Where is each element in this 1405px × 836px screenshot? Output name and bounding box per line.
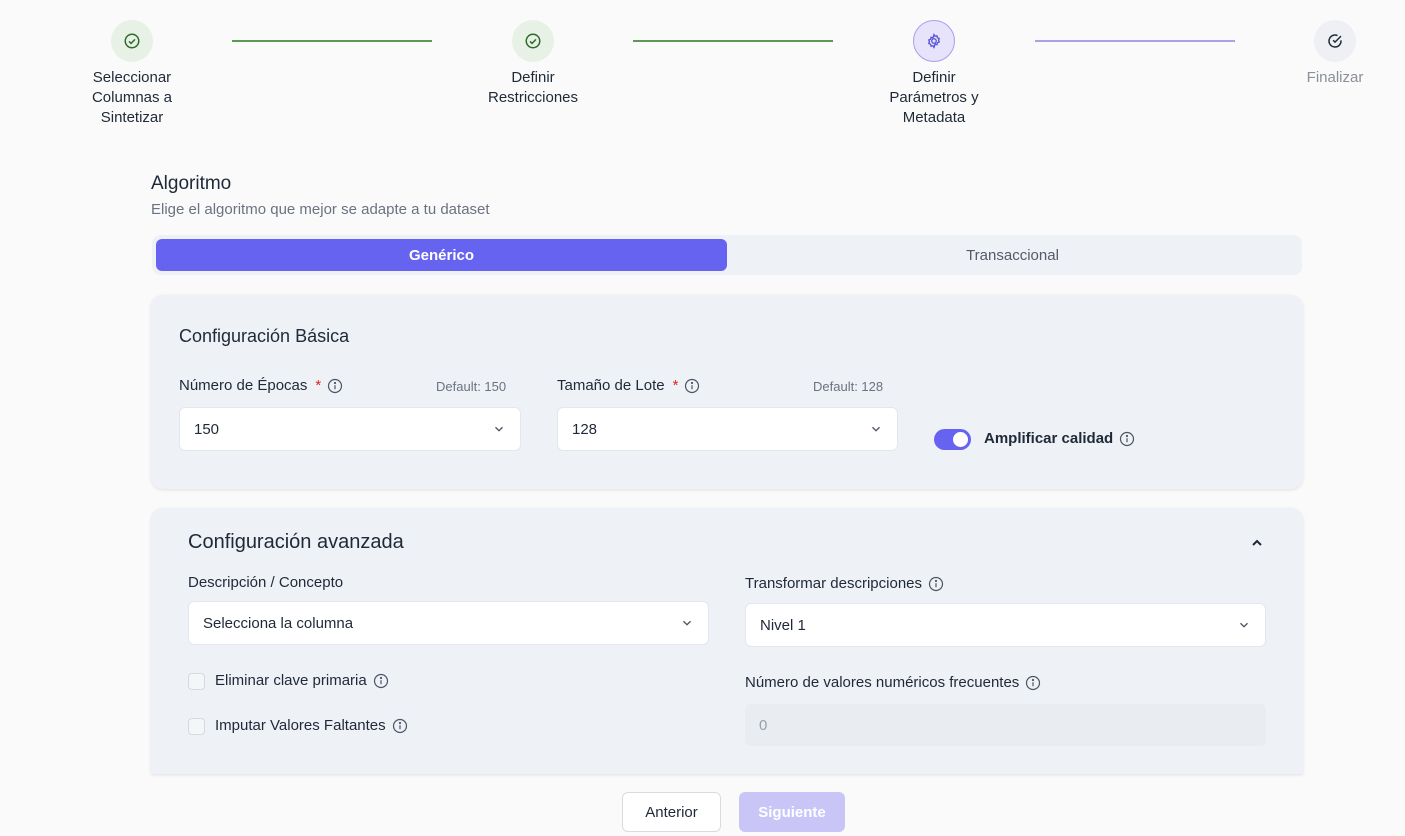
impute-missing-label: Imputar Valores Faltantes [215, 717, 408, 734]
step-select-columns: Seleccionar Columnas a Sintetizar [62, 20, 202, 128]
chevron-down-icon [495, 426, 503, 432]
check-circle-icon [111, 20, 153, 62]
frequent-values-placeholder: 0 [759, 716, 768, 734]
description-label: Descripción / Concepto [188, 574, 343, 591]
epochs-label-text: Número de Épocas [179, 377, 308, 394]
transform-label: Transformar descripciones [745, 575, 944, 592]
epochs-label: Número de Épocas * [179, 377, 343, 394]
toggle-knob [953, 432, 968, 447]
batch-select[interactable]: 128 [557, 407, 898, 451]
impute-missing-checkbox[interactable] [188, 718, 205, 735]
batch-value: 128 [572, 420, 598, 438]
chevron-up-icon[interactable] [1249, 535, 1265, 551]
step-define-parameters: Definir Parámetros y Metadata [864, 20, 1004, 128]
tab-transactional[interactable]: Transaccional [727, 239, 1298, 271]
batch-label: Tamaño de Lote * [557, 377, 700, 394]
tab-generic[interactable]: Genérico [156, 239, 727, 271]
info-icon[interactable] [928, 576, 944, 592]
info-icon[interactable] [1119, 431, 1135, 447]
batch-label-text: Tamaño de Lote [557, 377, 665, 394]
description-label-text: Descripción / Concepto [188, 574, 344, 591]
algorithm-tabs: Genérico Transaccional [152, 235, 1302, 275]
batch-default-note: Default: 128 [813, 379, 884, 394]
check-circle-icon [512, 20, 554, 62]
gear-icon [913, 20, 955, 62]
description-value: Selecciona la columna [203, 614, 354, 632]
algorithm-subtitle: Elige el algoritmo que mejor se adapte a… [151, 201, 490, 218]
amplify-quality-label: Amplificar calidad [984, 430, 1135, 447]
step-connector [633, 40, 833, 42]
transform-value: Nivel 1 [760, 616, 806, 634]
transform-label-text: Transformar descripciones [745, 575, 923, 592]
next-button[interactable]: Siguiente [739, 792, 845, 832]
basic-config-card: Configuración Básica Número de Épocas * D… [151, 295, 1303, 489]
info-icon[interactable] [684, 378, 700, 394]
chevron-down-icon [1240, 622, 1248, 628]
check-circle-icon [1314, 20, 1356, 62]
amplify-quality-text: Amplificar calidad [984, 430, 1114, 447]
advanced-config-title: Configuración avanzada [188, 531, 404, 553]
info-icon[interactable] [1025, 675, 1041, 691]
transform-level-select[interactable]: Nivel 1 [745, 603, 1266, 647]
remove-primary-key-label: Eliminar clave primaria [215, 672, 389, 689]
required-mark: * [315, 377, 322, 394]
advanced-config-card: Configuración avanzada Descripción / Con… [151, 508, 1303, 774]
epochs-default-note: Default: 150 [436, 379, 507, 394]
epochs-select[interactable]: 150 [179, 407, 521, 451]
step-label: Definir Restricciones [487, 69, 579, 106]
epochs-value: 150 [194, 420, 220, 438]
remove-primary-key-checkbox[interactable] [188, 673, 205, 690]
info-icon[interactable] [392, 718, 408, 734]
frequent-values-label: Número de valores numéricos frecuentes [745, 674, 1041, 691]
remove-primary-key-text: Eliminar clave primaria [215, 672, 367, 689]
step-connector [232, 40, 432, 42]
impute-missing-text: Imputar Valores Faltantes [215, 717, 386, 734]
step-label: Finalizar [1306, 69, 1364, 86]
frequent-values-text: Número de valores numéricos frecuentes [745, 674, 1020, 691]
step-finalize: Finalizar [1265, 20, 1405, 88]
previous-button[interactable]: Anterior [622, 792, 721, 832]
required-mark: * [672, 377, 679, 394]
description-column-select[interactable]: Selecciona la columna [188, 601, 709, 645]
step-define-restrictions: Definir Restricciones [463, 20, 603, 108]
step-label: Definir Parámetros y Metadata [889, 69, 979, 126]
info-icon[interactable] [373, 673, 389, 689]
frequent-values-input[interactable]: 0 [745, 704, 1266, 746]
basic-config-title: Configuración Básica [179, 326, 350, 346]
step-connector [1035, 40, 1235, 42]
amplify-quality-toggle[interactable] [934, 429, 971, 450]
algorithm-title: Algoritmo [151, 173, 232, 194]
chevron-down-icon [683, 620, 691, 626]
progress-stepper: Seleccionar Columnas a Sintetizar Defini… [0, 20, 1405, 130]
info-icon[interactable] [327, 378, 343, 394]
chevron-down-icon [872, 426, 880, 432]
step-label: Seleccionar Columnas a Sintetizar [91, 69, 173, 126]
